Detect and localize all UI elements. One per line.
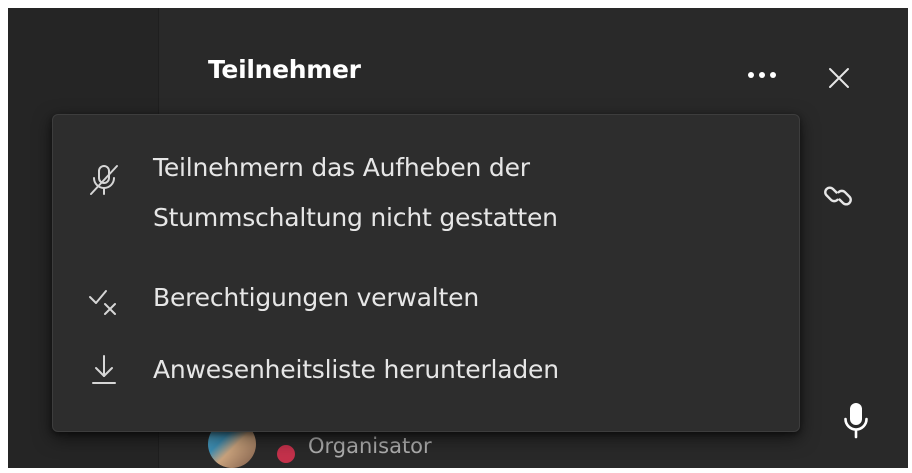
more-options-button[interactable] xyxy=(742,60,782,90)
menu-item-download-attendance[interactable]: Anwesenheitsliste herunterladen xyxy=(53,339,799,399)
menu-item-label: Berechtigungen verwalten xyxy=(153,283,479,312)
more-horizontal-icon xyxy=(748,72,776,78)
menu-item-disable-unmute[interactable]: Teilnehmern das Aufheben der Stummschalt… xyxy=(53,143,799,249)
status-badge xyxy=(274,442,298,466)
close-button[interactable] xyxy=(823,62,855,94)
download-icon xyxy=(87,353,121,387)
microphone-button[interactable] xyxy=(836,398,876,444)
menu-item-manage-permissions[interactable]: Berechtigungen verwalten xyxy=(53,267,799,327)
menu-item-label: Teilnehmern das Aufheben der Stummschalt… xyxy=(153,153,558,232)
panel-title: Teilnehmer xyxy=(208,55,361,84)
link-icon xyxy=(824,186,852,206)
participant-role: Organisator xyxy=(308,434,432,458)
screenshot-frame: Teilnehmer Organisator Teilnehmern das A… xyxy=(0,0,912,473)
teams-window: Teilnehmer Organisator Teilnehmern das A… xyxy=(8,8,908,468)
check-cross-icon xyxy=(87,283,121,317)
close-icon xyxy=(829,68,849,88)
menu-item-label: Anwesenheitsliste herunterladen xyxy=(153,355,559,384)
microphone-icon xyxy=(844,403,868,439)
share-link-button[interactable] xyxy=(818,176,858,216)
more-options-menu: Teilnehmern das Aufheben der Stummschalt… xyxy=(52,114,800,432)
mic-off-icon xyxy=(87,163,121,197)
